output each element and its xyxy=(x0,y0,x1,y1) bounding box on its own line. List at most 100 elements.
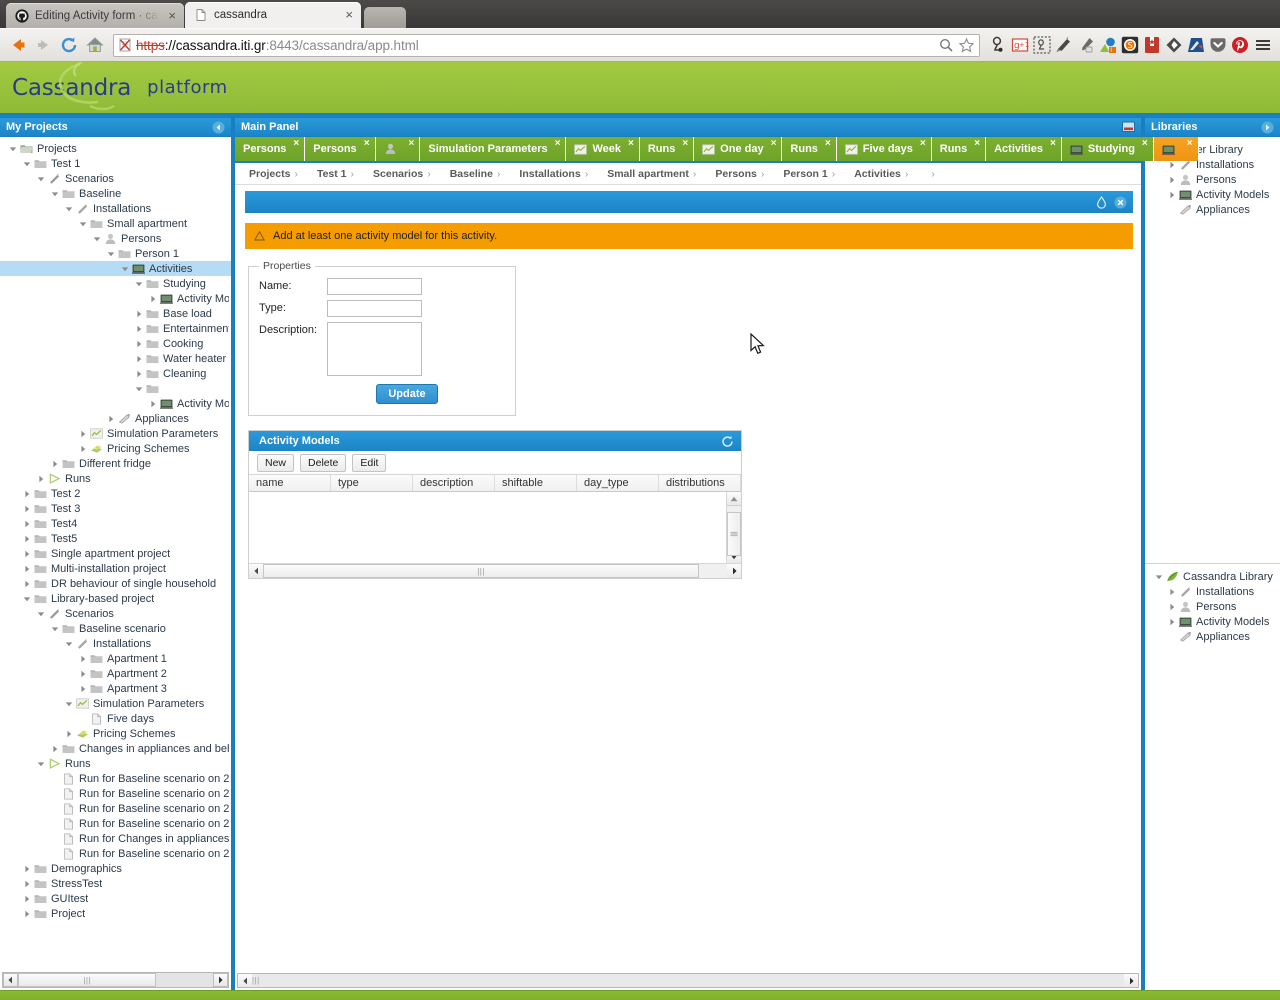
tree-node[interactable]: Run for Baseline scenario on 20130610011 xyxy=(0,816,231,831)
star-icon[interactable] xyxy=(958,37,975,54)
scroll-left-icon[interactable] xyxy=(249,564,263,578)
tree-node[interactable]: Runs xyxy=(0,471,231,486)
tree-node[interactable]: Demographics xyxy=(0,861,231,876)
tree-toggle-arrow[interactable] xyxy=(20,550,33,558)
vscroll-thumb[interactable] xyxy=(727,512,741,556)
tree-toggle-arrow[interactable] xyxy=(34,475,47,483)
tree-node[interactable]: GUItest xyxy=(0,891,231,906)
table-column-header[interactable]: day_type xyxy=(577,475,659,491)
tree-node[interactable]: Cleaning xyxy=(0,366,231,381)
tree-toggle-arrow[interactable] xyxy=(1152,573,1165,581)
description-input[interactable] xyxy=(327,322,422,376)
tree-toggle-arrow[interactable] xyxy=(1165,161,1178,169)
name-input[interactable] xyxy=(327,278,422,295)
tree-toggle-arrow[interactable] xyxy=(20,580,33,588)
pinterest-icon[interactable] xyxy=(1231,36,1249,54)
tree-toggle-arrow[interactable] xyxy=(20,895,33,903)
tree-toggle-arrow[interactable] xyxy=(62,205,75,213)
update-button[interactable]: Update xyxy=(376,384,438,404)
pocket-icon[interactable] xyxy=(1209,36,1227,54)
scroll-up-icon[interactable] xyxy=(727,492,741,506)
tree-node[interactable]: Test4 xyxy=(0,516,231,531)
tree-node[interactable]: Person 1 xyxy=(0,246,231,261)
tree-toggle-arrow[interactable] xyxy=(76,430,89,438)
tree-toggle-arrow[interactable] xyxy=(62,640,75,648)
table-column-header[interactable]: type xyxy=(331,475,413,491)
main-panel-tab[interactable]: × xyxy=(1153,137,1199,161)
tree-toggle-arrow[interactable] xyxy=(20,595,33,603)
tree-node[interactable]: Apartment 3 xyxy=(0,681,231,696)
breadcrumb-item[interactable]: Baseline › xyxy=(450,168,501,180)
tree-toggle-arrow[interactable] xyxy=(118,265,131,273)
tab-close-icon[interactable]: × xyxy=(920,137,926,149)
table-column-header[interactable]: description xyxy=(413,475,495,491)
library-tree-node[interactable]: Activity Models xyxy=(1145,187,1280,202)
tree-toggle-arrow[interactable] xyxy=(1165,618,1178,626)
tree-node[interactable]: Baseline scenario xyxy=(0,621,231,636)
scroll-left-icon[interactable] xyxy=(3,973,18,987)
evernote-icon[interactable] xyxy=(989,36,1007,54)
tree-node[interactable]: Changes in appliances and behaviours xyxy=(0,741,231,756)
tab-close-icon[interactable]: × xyxy=(825,137,831,149)
tree-toggle-arrow[interactable] xyxy=(146,295,159,303)
tree-node[interactable]: Run for Baseline scenario on 20130609083 xyxy=(0,771,231,786)
main-panel-tabbar[interactable]: Persons × Persons × × Simulation Parameters × W… xyxy=(235,137,1280,163)
tree-toggle-arrow[interactable] xyxy=(132,370,145,378)
home-icon[interactable] xyxy=(84,35,106,55)
type-input[interactable] xyxy=(327,300,422,317)
tab-close-icon[interactable]: × xyxy=(409,137,415,149)
tree-toggle-arrow[interactable] xyxy=(132,310,145,318)
refresh-icon[interactable] xyxy=(721,435,734,448)
tree-node[interactable]: Persons xyxy=(0,231,231,246)
main-panel-tab[interactable]: × xyxy=(375,137,421,161)
table-vscrollbar[interactable] xyxy=(726,492,741,563)
tree-node[interactable]: Simulation Parameters xyxy=(0,696,231,711)
evernote-clip-icon[interactable] xyxy=(1033,36,1051,54)
table-column-header[interactable]: name xyxy=(249,475,331,491)
tree-node[interactable]: Simulation Parameters xyxy=(0,426,231,441)
tree-toggle-arrow[interactable] xyxy=(48,460,61,468)
tree-node[interactable]: Apartment 2 xyxy=(0,666,231,681)
tree-node[interactable]: Single apartment project xyxy=(0,546,231,561)
scroll-right-icon[interactable] xyxy=(727,564,741,578)
colorzilla-icon[interactable]: I xyxy=(1099,36,1117,54)
main-panel-tab[interactable]: One day × xyxy=(694,137,783,161)
tree-toggle-arrow[interactable] xyxy=(20,490,33,498)
new-tab-button[interactable] xyxy=(364,7,406,28)
tree-node[interactable]: Pricing Schemes xyxy=(0,726,231,741)
library-tree-node[interactable]: Persons xyxy=(1145,172,1280,187)
library-tree-node[interactable]: Cassandra Library xyxy=(1145,569,1280,584)
tree-toggle-arrow[interactable] xyxy=(76,685,89,693)
tree-toggle-arrow[interactable] xyxy=(90,235,103,243)
edit-button[interactable]: Edit xyxy=(352,453,387,472)
forward-arrow-icon[interactable] xyxy=(34,35,54,55)
tree-node[interactable]: Water heater xyxy=(0,351,231,366)
tree-node[interactable]: Scenarios xyxy=(0,606,231,621)
activity-models-toolbar[interactable]: New Delete Edit xyxy=(249,451,741,474)
tree-node[interactable]: Installations xyxy=(0,636,231,651)
eyedropper-icon[interactable] xyxy=(1077,36,1095,54)
scroll-right-icon[interactable] xyxy=(213,973,228,987)
tree-toggle-arrow[interactable] xyxy=(62,730,75,738)
tree-toggle-arrow[interactable] xyxy=(20,505,33,513)
breadcrumb-item[interactable]: Persons › xyxy=(715,168,764,180)
tree-toggle-arrow[interactable] xyxy=(6,145,19,153)
browser-tab-close[interactable]: × xyxy=(168,9,176,22)
speedtest-icon[interactable] xyxy=(1187,36,1205,54)
tree-toggle-arrow[interactable] xyxy=(20,520,33,528)
library-tree-node[interactable]: Appliances xyxy=(1145,202,1280,217)
tree-node[interactable] xyxy=(0,381,231,396)
tree-node[interactable]: Baseline xyxy=(0,186,231,201)
tree-node[interactable]: Test 2 xyxy=(0,486,231,501)
table-column-header[interactable]: shiftable xyxy=(495,475,577,491)
tree-toggle-arrow[interactable] xyxy=(146,400,159,408)
tree-node[interactable]: Activities xyxy=(0,261,231,276)
tab-close-icon[interactable]: × xyxy=(1142,137,1148,149)
tab-close-icon[interactable]: × xyxy=(1187,137,1193,149)
tree-node[interactable]: Run for Changes in appliances and behavi… xyxy=(0,831,231,846)
breadcrumb-item[interactable]: Projects › xyxy=(249,168,298,180)
library-tree-node[interactable]: Activity Models xyxy=(1145,614,1280,629)
broken-https-icon[interactable] xyxy=(118,37,133,53)
tree-node[interactable]: Multi-installation project xyxy=(0,561,231,576)
tree-toggle-arrow[interactable] xyxy=(48,745,61,753)
